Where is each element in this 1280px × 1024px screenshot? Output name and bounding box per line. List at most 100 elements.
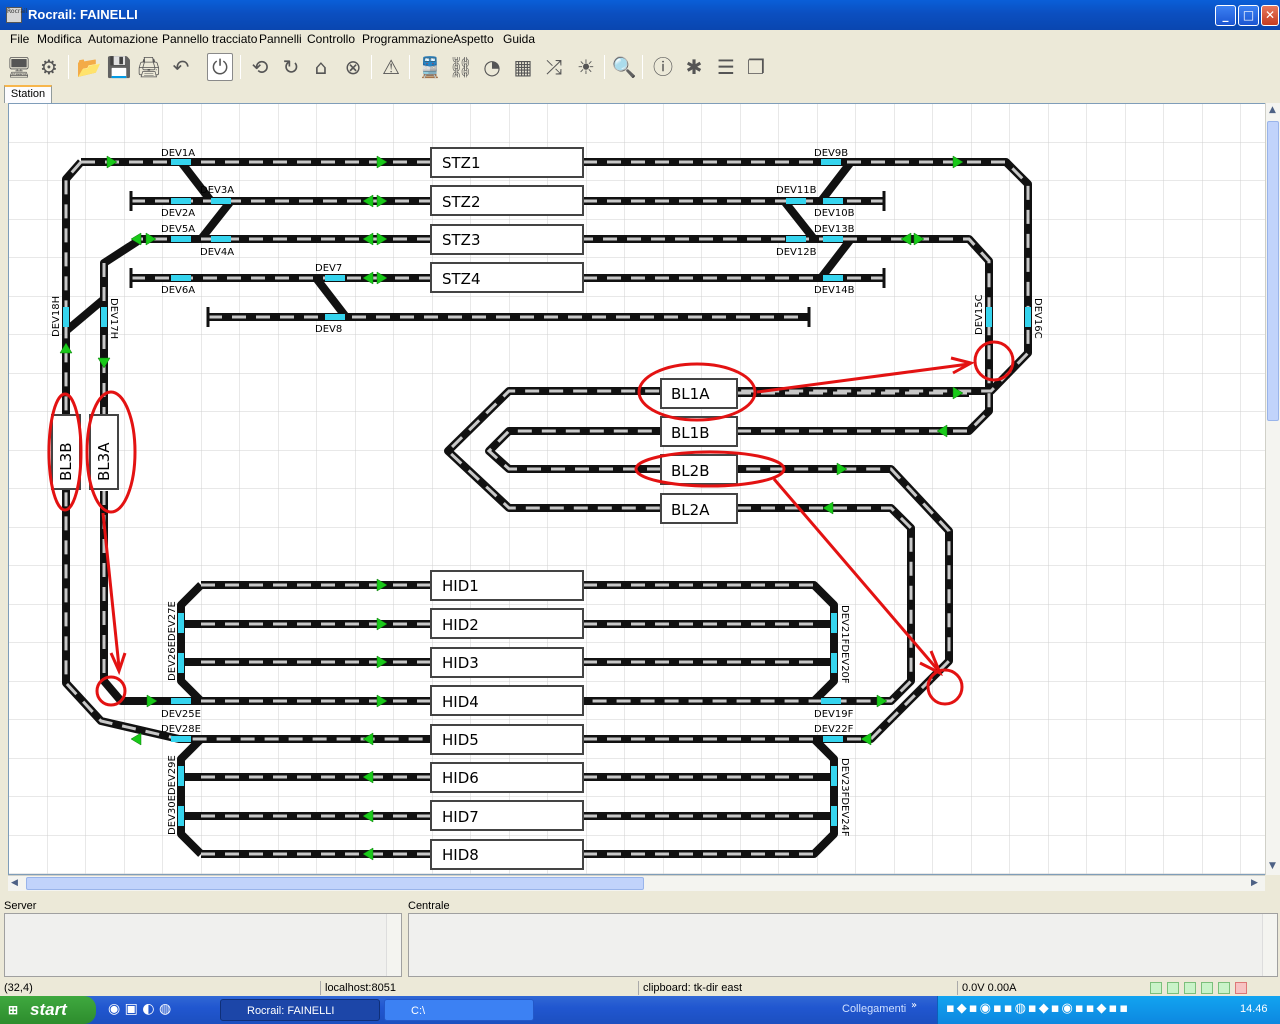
start-button[interactable]: ⊞ start <box>0 996 96 1024</box>
status-divider <box>638 981 639 995</box>
toolbar-separator <box>409 55 410 79</box>
switchbox-icon[interactable]: ▦ <box>510 53 536 81</box>
block-label: HID5 <box>442 731 479 749</box>
toolbar-separator <box>240 55 241 79</box>
menu-programmazione[interactable]: Programmazione <box>362 32 453 46</box>
refresh-icon[interactable]: ⟲ <box>247 53 273 81</box>
centrale-log-scrollbar[interactable] <box>1262 914 1277 976</box>
rotate-icon[interactable]: ↻ <box>278 53 304 81</box>
centrale-log[interactable] <box>408 913 1278 977</box>
route-icon[interactable]: ⛓ <box>448 53 474 81</box>
menu-pannelli[interactable]: Pannelli <box>259 32 302 46</box>
server-log-scrollbar[interactable] <box>386 914 401 976</box>
print-icon[interactable]: 🖨 <box>136 53 162 81</box>
save-icon[interactable]: 💾 <box>106 53 132 81</box>
menu-file[interactable]: File <box>10 32 29 46</box>
block-label: STZ1 <box>442 154 481 172</box>
info-icon[interactable]: ⓘ <box>650 53 676 81</box>
links-toolbar[interactable]: Collegamenti <box>842 1003 906 1015</box>
block-label: HID3 <box>442 654 479 672</box>
switch-label: DEV2A <box>161 208 195 219</box>
monitor-icon[interactable]: 🖥 <box>6 53 32 81</box>
vertical-scrollbar[interactable]: ▲ ▼ <box>1265 103 1280 875</box>
menu-controllo[interactable]: Controllo <box>307 32 355 46</box>
menu-modifica[interactable]: Modifica <box>37 32 82 46</box>
block-stz2[interactable]: STZ2 <box>430 185 584 216</box>
block-hid5[interactable]: HID5 <box>430 724 584 755</box>
block-bl3b[interactable]: BL3B <box>51 414 81 490</box>
bug-icon[interactable]: ✱ <box>681 53 707 81</box>
minimize-button[interactable]: _ <box>1215 5 1236 26</box>
task-rocrail[interactable]: Rocrail: FAINELLI <box>220 999 380 1021</box>
speedometer-icon[interactable]: ◔ <box>479 53 505 81</box>
task-console[interactable]: C:\ <box>384 999 534 1021</box>
switch-label: DEV12B <box>776 247 817 258</box>
server-log[interactable] <box>4 913 402 977</box>
block-bl3a[interactable]: BL3A <box>89 414 119 490</box>
block-hid8[interactable]: HID8 <box>430 839 584 870</box>
close-button[interactable]: ✕ <box>1261 5 1279 26</box>
status-led <box>1150 982 1162 994</box>
block-bl2b[interactable]: BL2B <box>660 454 738 485</box>
warning-icon[interactable]: ⚠ <box>378 53 404 81</box>
scroll-thumb[interactable] <box>26 877 644 890</box>
horizontal-scrollbar[interactable]: ◀ ▶ <box>8 875 1265 891</box>
block-hid1[interactable]: HID1 <box>430 570 584 601</box>
tab-station[interactable]: Station <box>4 85 52 103</box>
power-icon[interactable]: ⏻ <box>207 53 233 81</box>
task-label: C:\ <box>411 1005 426 1017</box>
menu-automazione[interactable]: Automazione <box>88 32 158 46</box>
menu-pannello-tracciato[interactable]: Pannello tracciato <box>162 32 257 46</box>
status-led <box>1184 982 1196 994</box>
block-stz3[interactable]: STZ3 <box>430 224 584 255</box>
status-divider <box>957 981 958 995</box>
light-icon[interactable]: ☀ <box>573 53 599 81</box>
block-hid6[interactable]: HID6 <box>430 762 584 793</box>
track-plan[interactable]: DEV1A DEV3A DEV2A DEV5A DEV4A DEV6A DEV7… <box>9 104 1266 875</box>
track-plan-panel[interactable]: DEV1A DEV3A DEV2A DEV5A DEV4A DEV6A DEV7… <box>8 103 1266 875</box>
undo-icon[interactable]: ↶ <box>168 53 194 81</box>
status-led <box>1201 982 1213 994</box>
links-chevron-icon[interactable]: » <box>911 1000 917 1011</box>
copy-icon[interactable]: ❐ <box>743 53 769 81</box>
switch-label: DEV23FDEV24F <box>839 758 850 837</box>
block-hid2[interactable]: HID2 <box>430 608 584 639</box>
home-icon[interactable]: ⌂ <box>308 53 334 81</box>
toolbar: 🖥 ⚙ 📂 💾 🖨 ↶ ⏻ ⟲ ↻ ⌂ ⊗ ⚠ 🚆 ⛓ ◔ ▦ ⤮ ☀ 🔍 ⓘ … <box>0 49 1280 85</box>
server-panel-label: Server <box>4 900 37 912</box>
scroll-up-icon[interactable]: ▲ <box>1269 105 1276 115</box>
shuffle-icon[interactable]: ⤮ <box>541 53 567 81</box>
block-bl1a[interactable]: BL1A <box>660 378 738 409</box>
tray-icons[interactable]: ▪◆▪◉▪▪◍▪◆▪◉▪▪◆▪▪ <box>946 1001 1130 1016</box>
maximize-button[interactable]: □ <box>1238 5 1259 26</box>
scroll-thumb[interactable] <box>1267 121 1279 421</box>
block-label: STZ4 <box>442 270 481 288</box>
block-label: STZ3 <box>442 231 481 249</box>
gear-icon[interactable]: ⚙ <box>36 53 62 81</box>
block-hid7[interactable]: HID7 <box>430 800 584 831</box>
clock: 14.46 <box>1240 1003 1268 1015</box>
switch-label: DEV21FDEV20F <box>839 605 850 684</box>
block-hid4[interactable]: HID4 <box>430 685 584 716</box>
block-label: STZ2 <box>442 193 481 211</box>
block-bl2a[interactable]: BL2A <box>660 493 738 524</box>
search-icon[interactable]: 🔍 <box>611 53 637 81</box>
menu-aspetto[interactable]: Aspetto <box>453 32 494 46</box>
quicklaunch-icons[interactable]: ◉ ▣ ◐ ◍ <box>108 1001 171 1017</box>
status-coords: (32,4) <box>4 982 33 994</box>
list-icon[interactable]: ☰ <box>713 53 739 81</box>
block-hid3[interactable]: HID3 <box>430 647 584 678</box>
scroll-down-icon[interactable]: ▼ <box>1269 861 1276 871</box>
locomotive-icon[interactable]: 🚆 <box>417 53 443 81</box>
switch-label: DEV13B <box>814 224 855 235</box>
block-stz4[interactable]: STZ4 <box>430 262 584 293</box>
scroll-right-icon[interactable]: ▶ <box>1251 878 1258 888</box>
open-folder-icon[interactable]: 📂 <box>76 53 102 81</box>
toolbar-separator <box>68 55 69 79</box>
taskbar: ⊞ start ◉ ▣ ◐ ◍ Rocrail: FAINELLI C:\ Col… <box>0 996 1280 1024</box>
menu-guida[interactable]: Guida <box>503 32 535 46</box>
block-stz1[interactable]: STZ1 <box>430 147 584 178</box>
system-tray: ▪◆▪◉▪▪◍▪◆▪◉▪▪◆▪▪ 14.46 <box>937 996 1280 1024</box>
cancel-icon[interactable]: ⊗ <box>340 53 366 81</box>
scroll-left-icon[interactable]: ◀ <box>11 878 18 888</box>
